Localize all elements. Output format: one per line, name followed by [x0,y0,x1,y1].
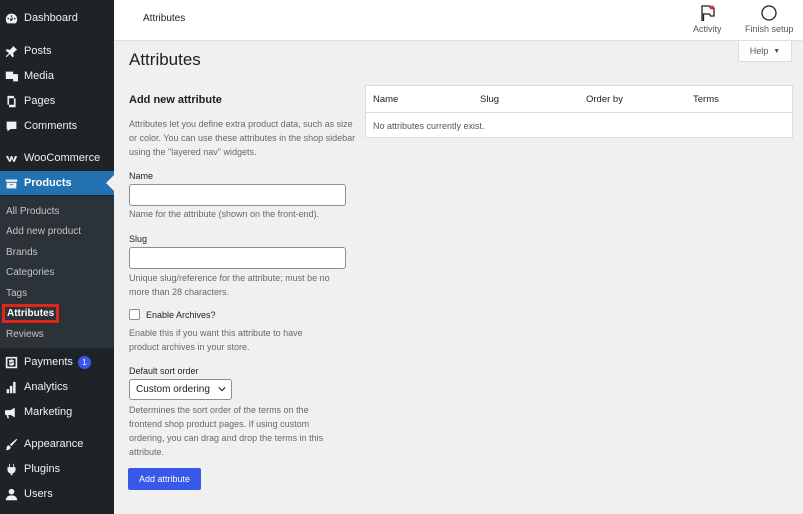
menu-analytics[interactable]: Analytics [0,375,114,399]
submenu-label: All Products [6,205,60,217]
megaphone-icon [5,406,18,419]
slug-label: Slug [129,234,148,244]
menu-label: Posts [24,45,52,57]
submenu-reviews[interactable]: Reviews [0,324,114,344]
attributes-table: Name Slug Order by Terms No attributes c… [365,85,793,138]
admin-sidebar: Dashboard Posts Media Pages Comments Woo… [0,0,114,514]
menu-label: Marketing [24,406,73,418]
dashboard-icon [5,12,18,25]
slug-help: Unique slug/reference for the attribute;… [129,273,330,297]
menu-media[interactable]: Media [0,64,114,88]
submenu-add-new-product[interactable]: Add new product [0,221,114,241]
top-header: Attributes Activity Finish setup [114,0,803,41]
submenu-brands[interactable]: Brands [0,242,114,262]
chevron-down-icon [218,387,226,392]
menu-marketing[interactable]: Marketing [0,400,114,424]
menu-label: Payments [24,356,73,368]
products-icon [5,177,18,190]
menu-woocommerce[interactable]: WooCommerce [0,146,114,170]
form-heading: Add new attribute [129,94,222,106]
menu-appearance[interactable]: Appearance [0,432,114,456]
enable-archives-label: Enable Archives? [146,310,216,320]
submenu-label: Attributes [1,303,60,323]
activity-label: Activity [693,24,722,34]
name-label: Name [129,171,154,181]
activity-button[interactable]: Activity [693,5,722,34]
caret-down-icon: ▼ [773,47,781,55]
brush-icon [5,438,18,451]
menu-comments[interactable]: Comments [0,114,114,138]
sort-order-select[interactable]: Custom ordering [129,379,232,400]
enable-archives-checkbox[interactable] [129,309,140,320]
menu-label: Appearance [24,438,84,450]
submenu-label: Tags [6,287,28,299]
sort-order-help: Determines the sort order of the terms o… [129,405,324,457]
menu-payments[interactable]: Payments 1 [0,350,114,374]
help-label: Help [749,46,769,56]
menu-label: Users [24,488,53,500]
progress-ring-icon [761,5,777,21]
menu-label: Media [24,70,54,82]
submenu-label: Add new product [6,225,82,237]
menu-pages[interactable]: Pages [0,89,114,113]
add-attribute-label: Add attribute [138,474,191,484]
menu-dashboard[interactable]: Dashboard [0,6,114,30]
submenu-categories[interactable]: Categories [0,262,114,282]
name-input[interactable] [129,184,346,206]
column-header-name[interactable]: Name [373,94,398,105]
payments-icon [5,356,18,369]
payments-badge: 1 [77,355,91,369]
page-title: Attributes [129,50,201,69]
menu-label: Analytics [24,381,69,393]
menu-label: Pages [24,95,56,107]
sort-order-label: Default sort order [129,366,199,376]
empty-table-message: No attributes currently exist. [373,121,485,131]
column-header-slug[interactable]: Slug [480,94,499,105]
submenu-all-products[interactable]: All Products [0,201,114,221]
finish-setup-button[interactable]: Finish setup [745,5,794,34]
name-help: Name for the attribute (shown on the fro… [129,209,320,219]
form-intro: Attributes let you define extra product … [129,119,356,157]
submenu-label: Reviews [6,328,44,340]
finish-setup-label: Finish setup [745,24,794,34]
analytics-icon [5,381,18,394]
submenu-label: Brands [6,246,38,258]
menu-plugins[interactable]: Plugins [0,457,114,481]
column-header-order-by[interactable]: Order by [586,94,623,105]
flag-icon [701,5,715,21]
menu-users[interactable]: Users [0,482,114,506]
menu-label: Comments [24,120,78,132]
submenu-attributes[interactable]: Attributes [0,303,114,323]
woo-icon [5,152,18,165]
add-attribute-button[interactable]: Add attribute [128,468,201,490]
slug-input[interactable] [129,247,346,269]
column-header-terms[interactable]: Terms [693,94,719,105]
table-divider [366,112,792,113]
menu-label: WooCommerce [24,152,101,164]
media-icon [5,70,18,83]
users-icon [5,488,18,501]
menu-label: Dashboard [24,12,78,24]
comments-icon [5,120,18,133]
archives-help: Enable this if you want this attribute t… [129,328,303,352]
sort-order-value: Custom ordering [136,384,210,395]
menu-label: Plugins [24,463,61,475]
menu-posts[interactable]: Posts [0,39,114,63]
plugin-icon [5,463,18,476]
pages-icon [5,95,18,108]
menu-label: Products [24,177,72,189]
submenu-tags[interactable]: Tags [0,283,114,303]
header-title: Attributes [143,13,186,24]
menu-products[interactable]: Products [0,171,114,195]
help-tab[interactable]: Help ▼ [738,41,792,62]
submenu-label: Categories [6,266,55,278]
pin-icon [5,45,18,58]
